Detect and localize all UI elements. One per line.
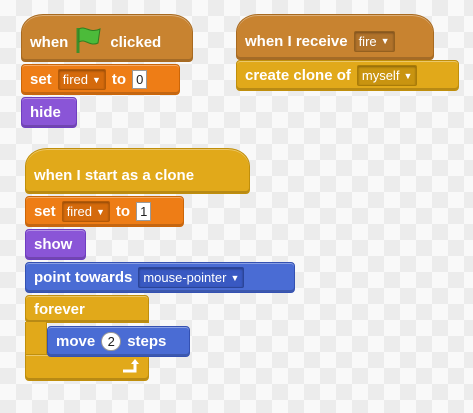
steps-label: steps — [127, 333, 167, 350]
when-i-start-as-clone-label: when I start as a clone — [34, 166, 195, 184]
to-label: to — [115, 203, 131, 220]
show-label: show — [34, 236, 73, 253]
when-i-receive-block[interactable]: when I receive fire ▼ — [236, 14, 434, 60]
set-fired-to-1-block[interactable]: set fired ▼ to 1 — [25, 196, 184, 227]
create-clone-block[interactable]: create clone of myself ▼ — [236, 60, 459, 91]
green-flag-icon — [74, 26, 104, 58]
point-towards-block[interactable]: point towards mouse-pointer ▼ — [25, 262, 295, 293]
set-label: set — [34, 203, 56, 220]
move-label: move — [56, 333, 96, 350]
message-name: fire — [358, 33, 377, 49]
set-label: set — [30, 71, 52, 88]
value-input[interactable]: 1 — [136, 202, 152, 221]
variable-dropdown[interactable]: fired ▼ — [61, 201, 110, 222]
loop-arrow-icon — [120, 358, 140, 378]
dropdown-arrow-icon: ▼ — [403, 70, 413, 81]
steps-input[interactable]: 2 — [101, 332, 122, 351]
when-flag-clicked-block[interactable]: when clicked — [21, 14, 193, 62]
hide-label: hide — [30, 104, 61, 121]
when-i-receive-label: when I receive — [245, 32, 348, 50]
to-label: to — [111, 71, 127, 88]
when-i-start-as-clone-block[interactable]: when I start as a clone — [25, 148, 250, 194]
show-block[interactable]: show — [25, 229, 86, 260]
scripts-area[interactable]: when clicked set fired ▼ to 0 hide when … — [0, 0, 473, 413]
dropdown-arrow-icon: ▼ — [380, 36, 390, 46]
clone-target-name: myself — [361, 68, 400, 83]
point-target-name: mouse-pointer — [143, 270, 227, 285]
when-label: when — [30, 33, 69, 51]
variable-dropdown[interactable]: fired ▼ — [57, 69, 106, 90]
clone-target-dropdown[interactable]: myself ▼ — [356, 65, 418, 86]
dropdown-arrow-icon: ▼ — [230, 272, 240, 283]
message-dropdown[interactable]: fire ▼ — [353, 30, 395, 52]
point-towards-label: point towards — [34, 269, 133, 286]
create-clone-label: create clone of — [245, 67, 351, 84]
dropdown-arrow-icon: ▼ — [91, 74, 101, 85]
variable-name: fired — [62, 72, 88, 87]
dropdown-arrow-icon: ▼ — [95, 206, 105, 217]
set-fired-to-0-block[interactable]: set fired ▼ to 0 — [21, 64, 180, 95]
forever-header[interactable]: forever — [25, 295, 149, 323]
point-target-dropdown[interactable]: mouse-pointer ▼ — [138, 267, 245, 288]
variable-name: fired — [66, 204, 92, 219]
hide-block[interactable]: hide — [21, 97, 77, 128]
forever-left-arm — [25, 322, 47, 356]
move-steps-block[interactable]: move 2 steps — [47, 326, 190, 357]
forever-footer[interactable] — [25, 354, 149, 381]
value-input[interactable]: 0 — [132, 70, 148, 89]
clicked-label: clicked — [110, 33, 162, 51]
forever-label: forever — [34, 300, 85, 318]
